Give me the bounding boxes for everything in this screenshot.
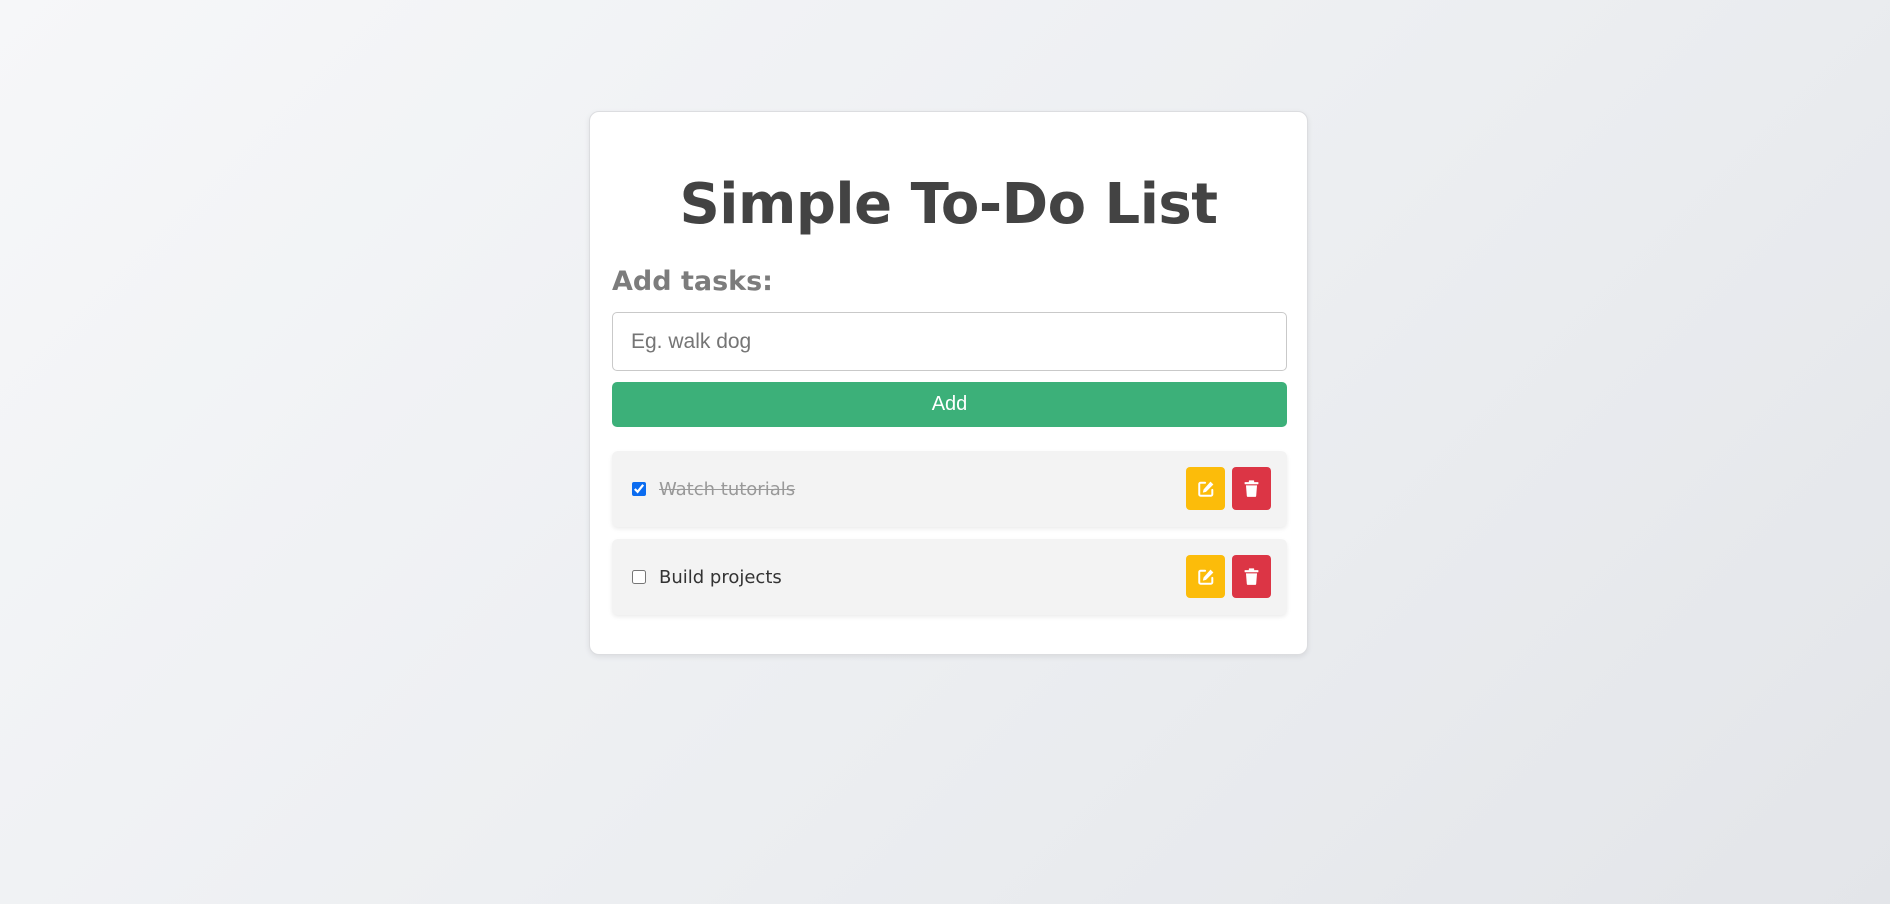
task-text: Build projects xyxy=(659,567,782,588)
todo-card: Simple To-Do List Add tasks: Add Watch t… xyxy=(589,111,1308,655)
task-item: Watch tutorials xyxy=(612,451,1287,527)
edit-icon xyxy=(1197,480,1215,498)
delete-task-button[interactable] xyxy=(1232,555,1271,598)
edit-task-button[interactable] xyxy=(1186,555,1225,598)
task-item: Build projects xyxy=(612,539,1287,615)
task-input[interactable] xyxy=(612,312,1287,371)
delete-task-button[interactable] xyxy=(1232,467,1271,510)
trash-icon xyxy=(1244,480,1259,497)
add-button[interactable]: Add xyxy=(612,382,1287,427)
trash-icon xyxy=(1244,568,1259,585)
task-text: Watch tutorials xyxy=(659,479,796,500)
task-checkbox[interactable] xyxy=(632,482,646,496)
task-checkbox[interactable] xyxy=(632,570,646,584)
edit-task-button[interactable] xyxy=(1186,467,1225,510)
edit-icon xyxy=(1197,568,1215,586)
page-title: Simple To-Do List xyxy=(679,172,1218,237)
add-tasks-label: Add tasks: xyxy=(612,266,773,297)
